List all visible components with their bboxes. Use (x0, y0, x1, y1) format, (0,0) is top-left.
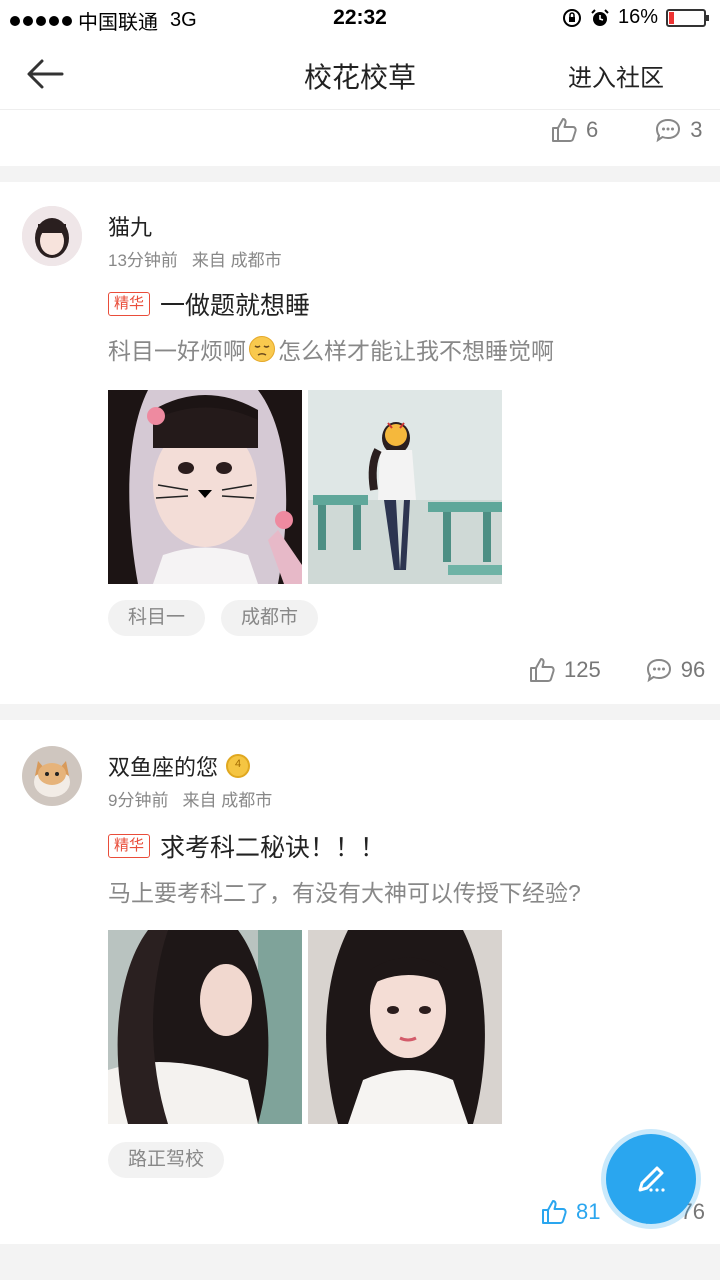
post-body-text: 马上要考科二了，有没有大神可以传授下经验? (108, 880, 581, 906)
thumbs-up-icon (530, 658, 555, 682)
username-text: 双鱼座的您 (108, 755, 219, 780)
post-photos (108, 390, 502, 584)
avatar-image (22, 746, 82, 806)
post-meta: 9分钟前 来自 成都市 (108, 786, 272, 811)
pensive-face-icon (249, 336, 275, 362)
post-photo[interactable] (308, 930, 502, 1124)
post-photo[interactable] (308, 390, 502, 584)
avatar[interactable] (22, 206, 82, 266)
status-bar: 中国联通 3G 22:32 16% (0, 0, 720, 36)
post-time: 13分钟前 (108, 251, 178, 270)
tag-chip[interactable]: 成都市 (221, 600, 319, 636)
section-divider (0, 166, 720, 182)
nav-bar: 校花校草 进入社区 (0, 36, 720, 110)
medal-icon: 4 (226, 754, 251, 778)
photo-girl-front (308, 930, 502, 1124)
post-photos (108, 930, 502, 1124)
enter-community-button[interactable]: 进入社区 (568, 58, 664, 93)
post-location: 来自 成都市 (191, 251, 282, 270)
featured-badge: 精华 (108, 292, 151, 316)
photo-girl-cat-filter (108, 390, 302, 584)
comment-count: 96 (680, 657, 706, 682)
post-body-text-start: 科目一好烦啊 (108, 338, 246, 364)
thumbs-up-icon (552, 118, 577, 142)
username-text: 猫九 (108, 215, 153, 240)
post-photo[interactable] (108, 390, 302, 584)
post-body-text-end: 怎么样才能让我不想睡觉啊 (278, 338, 554, 364)
pencil-icon (638, 1166, 665, 1192)
post-card[interactable]: 猫九 13分钟前 来自 成都市 精华 一做题就想睡 科目一好烦啊 怎么样才能让我不… (0, 182, 720, 704)
alarm-icon (591, 8, 609, 26)
like-count: 6 (586, 117, 599, 142)
username[interactable]: 猫九 (108, 210, 152, 242)
prev-post-stats: 6 3 (550, 116, 703, 144)
post-headline[interactable]: 精华 求考科二秘诀！！！ (108, 828, 385, 864)
comment-button[interactable]: 3 (654, 117, 703, 143)
comment-icon (646, 658, 671, 683)
section-divider (0, 1244, 720, 1280)
like-button[interactable]: 125 (528, 656, 601, 684)
post-meta: 13分钟前 来自 成都市 (108, 246, 282, 271)
post-tags: 路正驾校 (108, 1142, 225, 1178)
post-photo[interactable] (108, 930, 302, 1124)
status-right: 16% (562, 6, 709, 29)
tag-chip[interactable]: 路正驾校 (108, 1142, 225, 1178)
medal-level: 4 (234, 758, 242, 770)
comment-icon (656, 118, 681, 143)
like-count: 125 (564, 657, 601, 682)
comment-count: 3 (690, 117, 703, 142)
battery-icon (666, 8, 709, 27)
section-divider (0, 704, 720, 720)
like-count: 81 (576, 1199, 601, 1224)
post-location: 来自 成都市 (182, 791, 273, 810)
post-title: 一做题就想睡 (160, 292, 311, 320)
post-title: 求考科二秘诀！！！ (160, 834, 386, 862)
avatar[interactable] (22, 746, 82, 806)
tag-chip[interactable]: 科目一 (108, 600, 206, 636)
compose-post-button[interactable] (606, 1134, 696, 1224)
battery-percent: 16% (617, 6, 658, 28)
comment-button[interactable]: 96 (645, 657, 705, 683)
photo-girl-profile (108, 930, 302, 1124)
post-body[interactable]: 马上要考科二了，有没有大神可以传授下经验? (108, 874, 581, 908)
orientation-lock-icon (562, 8, 581, 27)
post-tags: 科目一 成都市 (108, 600, 319, 636)
post-body[interactable]: 科目一好烦啊 怎么样才能让我不想睡觉啊 (108, 332, 554, 366)
post-stats: 125 96 (528, 656, 705, 684)
avatar-image (22, 206, 82, 266)
photo-classroom (308, 390, 502, 584)
username[interactable]: 双鱼座的您 4 (108, 750, 251, 782)
post-time: 9分钟前 (108, 791, 169, 810)
featured-badge: 精华 (108, 834, 151, 858)
post-headline[interactable]: 精华 一做题就想睡 (108, 286, 310, 322)
like-button[interactable]: 81 (540, 1198, 600, 1226)
thumbs-up-icon (542, 1200, 567, 1224)
like-button[interactable]: 6 (550, 116, 598, 144)
